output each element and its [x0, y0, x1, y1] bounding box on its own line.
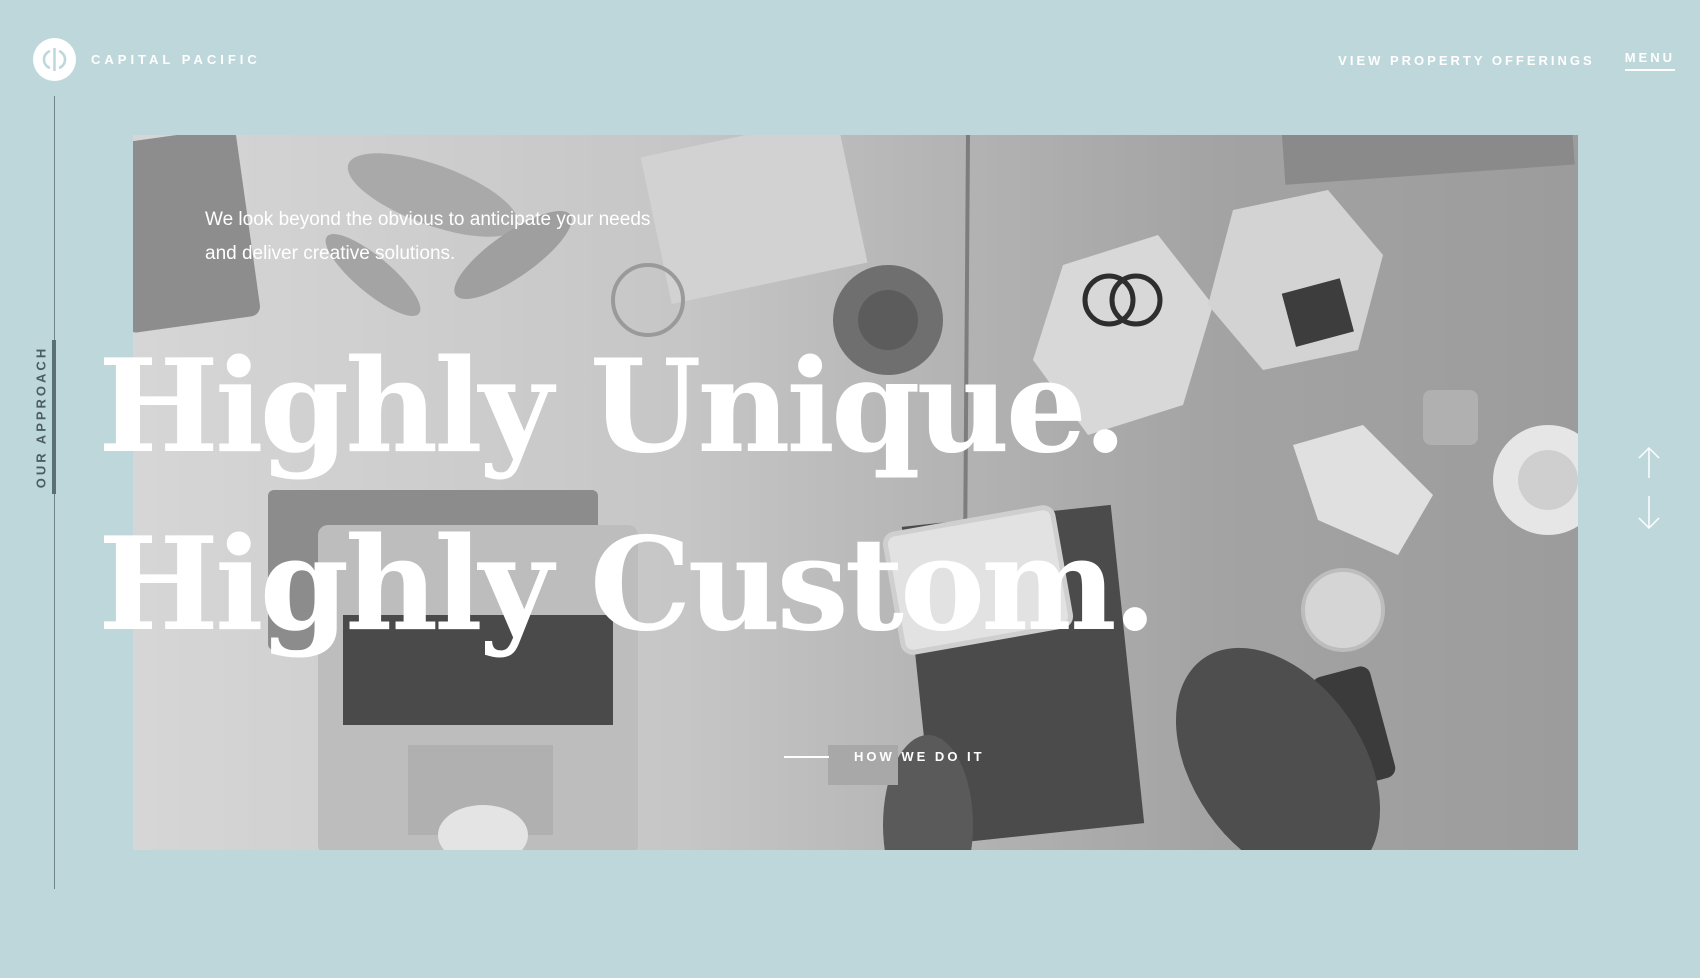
brand-name: CAPITAL PACIFIC	[91, 52, 261, 67]
view-property-offerings-link[interactable]: VIEW PROPERTY OFFERINGS	[1338, 53, 1595, 68]
headline-line-2: Highly Custom.	[98, 510, 1157, 660]
section-label: OUR APPROACH	[33, 345, 49, 489]
arrow-up-icon[interactable]	[1638, 446, 1660, 478]
top-nav: VIEW PROPERTY OFFERINGS MENU	[1338, 50, 1675, 71]
hero-intro-text: We look beyond the obvious to anticipate…	[205, 209, 651, 264]
brand-logo[interactable]: CAPITAL PACIFIC	[33, 38, 261, 81]
hero-headline: Highly Unique. Highly Custom.	[98, 318, 1157, 674]
cp-monogram-icon	[33, 38, 76, 81]
scroll-arrows	[1636, 446, 1662, 530]
arrow-down-icon[interactable]	[1638, 496, 1660, 530]
cta-label: HOW WE DO IT	[854, 749, 985, 764]
menu-button[interactable]: MENU	[1624, 50, 1675, 71]
cta-line	[784, 755, 829, 758]
headline-line-1: Highly Unique.	[98, 332, 1128, 482]
section-rail-indicator	[52, 340, 56, 494]
how-we-do-it-link[interactable]: HOW WE DO IT	[784, 749, 985, 764]
